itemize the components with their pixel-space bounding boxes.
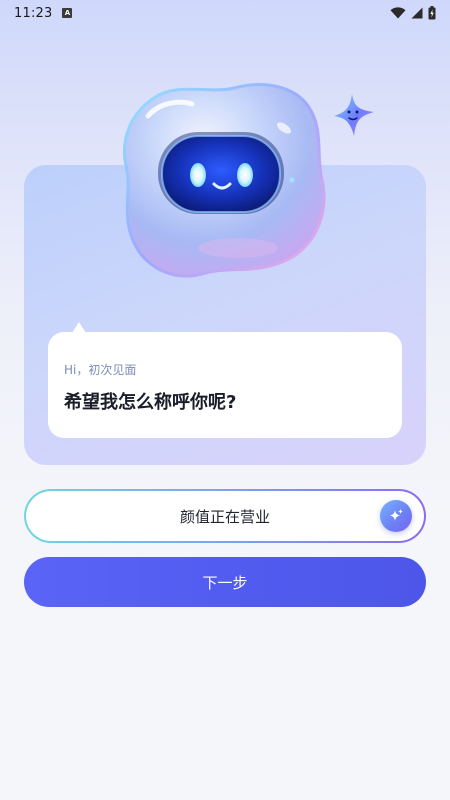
- nickname-value[interactable]: 颜值正在营业: [180, 506, 270, 527]
- sparkle-icon: [389, 509, 403, 521]
- greeting-bubble: Hi，初次见面 希望我怎么称呼你呢?: [48, 332, 402, 438]
- random-name-button[interactable]: [380, 500, 412, 532]
- greeting-text: Hi，初次见面: [64, 363, 137, 377]
- battery-icon: [428, 6, 436, 20]
- nickname-input[interactable]: 颜值正在营业: [26, 491, 424, 541]
- status-bar: 11:23 A: [0, 0, 450, 26]
- notification-app-icon: A: [62, 8, 73, 18]
- signal-icon: [411, 7, 423, 19]
- status-time: 11:23: [14, 5, 53, 21]
- next-step-button[interactable]: 下一步: [24, 557, 426, 607]
- star-mascot-icon: [334, 94, 374, 136]
- name-question: 希望我怎么称呼你呢?: [64, 392, 237, 413]
- nickname-input-wrapper: 颜值正在营业: [24, 489, 426, 543]
- robot-mascot-icon: [122, 83, 326, 278]
- wifi-icon: [390, 7, 406, 19]
